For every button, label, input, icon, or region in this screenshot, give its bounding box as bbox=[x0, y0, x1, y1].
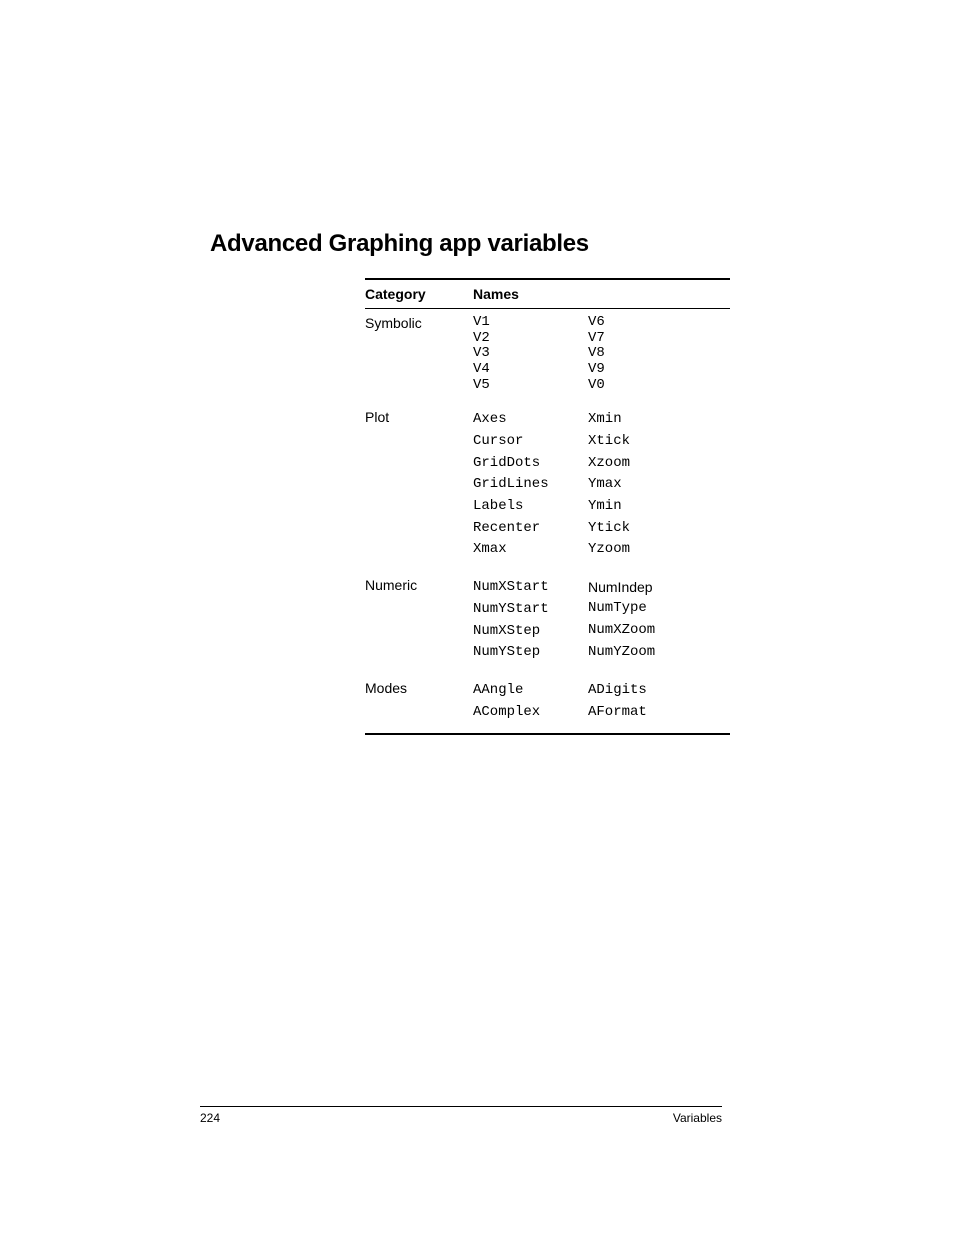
variable-name: AAngle bbox=[473, 680, 588, 702]
table-row: PlotAxesCursorGridDotsGridLinesLabelsRec… bbox=[365, 403, 730, 571]
names-subcolumn: ADigitsAFormat bbox=[588, 680, 703, 723]
table-body: SymbolicV1V2V3V4V5V6V7V8V9V0PlotAxesCurs… bbox=[365, 309, 730, 733]
variable-name: V4 bbox=[473, 362, 588, 378]
variable-name: Labels bbox=[473, 496, 588, 518]
variable-name: Axes bbox=[473, 409, 588, 431]
variable-name: AComplex bbox=[473, 702, 588, 724]
names-cell: AxesCursorGridDotsGridLinesLabelsRecente… bbox=[473, 409, 730, 561]
category-cell: Numeric bbox=[365, 577, 473, 664]
variable-name: V5 bbox=[473, 378, 588, 394]
category-cell: Plot bbox=[365, 409, 473, 561]
variable-name: NumXZoom bbox=[588, 620, 703, 642]
table-row: SymbolicV1V2V3V4V5V6V7V8V9V0 bbox=[365, 309, 730, 403]
variable-name: Ymin bbox=[588, 496, 703, 518]
variable-name: V6 bbox=[588, 315, 703, 331]
variable-name: NumIndep bbox=[588, 577, 703, 598]
variable-name: Recenter bbox=[473, 518, 588, 540]
variable-name: V2 bbox=[473, 331, 588, 347]
variable-name: NumType bbox=[588, 598, 703, 620]
variable-name: Ymax bbox=[588, 474, 703, 496]
names-subcolumn: NumXStartNumYStartNumXStepNumYStep bbox=[473, 577, 588, 664]
table-row: ModesAAngleAComplexADigitsAFormat bbox=[365, 674, 730, 733]
page-heading: Advanced Graphing app variables bbox=[210, 230, 754, 258]
names-cell: NumXStartNumYStartNumXStepNumYStepNumInd… bbox=[473, 577, 730, 664]
page-number: 224 bbox=[200, 1111, 220, 1125]
variable-name: V0 bbox=[588, 378, 703, 394]
variable-name: NumXStep bbox=[473, 621, 588, 643]
names-subcolumn: AAngleAComplex bbox=[473, 680, 588, 723]
variable-name: Xmin bbox=[588, 409, 703, 431]
variables-table: Category Names SymbolicV1V2V3V4V5V6V7V8V… bbox=[365, 278, 730, 735]
names-cell: AAngleAComplexADigitsAFormat bbox=[473, 680, 730, 723]
variable-name: Xzoom bbox=[588, 453, 703, 475]
variable-name: NumXStart bbox=[473, 577, 588, 599]
table-bottom-rule bbox=[365, 733, 730, 735]
names-subcolumn: V6V7V8V9V0 bbox=[588, 315, 703, 393]
variable-name: GridLines bbox=[473, 474, 588, 496]
variable-name: V8 bbox=[588, 346, 703, 362]
variable-name: V7 bbox=[588, 331, 703, 347]
variable-name: Xtick bbox=[588, 431, 703, 453]
category-cell: Symbolic bbox=[365, 315, 473, 393]
variable-name: V1 bbox=[473, 315, 588, 331]
section-name: Variables bbox=[673, 1111, 722, 1125]
header-category: Category bbox=[365, 286, 473, 302]
names-subcolumn: XminXtickXzoomYmaxYminYtickYzoom bbox=[588, 409, 703, 561]
variable-name: Xmax bbox=[473, 539, 588, 561]
variable-name: V3 bbox=[473, 346, 588, 362]
page-footer: 224 Variables bbox=[200, 1106, 722, 1125]
header-names: Names bbox=[473, 286, 730, 302]
variable-name: AFormat bbox=[588, 702, 703, 724]
variable-name: NumYStep bbox=[473, 642, 588, 664]
names-subcolumn: NumIndepNumTypeNumXZoomNumYZoom bbox=[588, 577, 703, 664]
category-cell: Modes bbox=[365, 680, 473, 723]
table-row: NumericNumXStartNumYStartNumXStepNumYSte… bbox=[365, 571, 730, 674]
variable-name: NumYZoom bbox=[588, 642, 703, 664]
variable-name: V9 bbox=[588, 362, 703, 378]
names-subcolumn: V1V2V3V4V5 bbox=[473, 315, 588, 393]
names-subcolumn: AxesCursorGridDotsGridLinesLabelsRecente… bbox=[473, 409, 588, 561]
variable-name: NumYStart bbox=[473, 599, 588, 621]
names-cell: V1V2V3V4V5V6V7V8V9V0 bbox=[473, 315, 730, 393]
variable-name: Cursor bbox=[473, 431, 588, 453]
variable-name: GridDots bbox=[473, 453, 588, 475]
table-header-row: Category Names bbox=[365, 280, 730, 308]
variable-name: ADigits bbox=[588, 680, 703, 702]
variable-name: Ytick bbox=[588, 518, 703, 540]
variable-name: Yzoom bbox=[588, 539, 703, 561]
